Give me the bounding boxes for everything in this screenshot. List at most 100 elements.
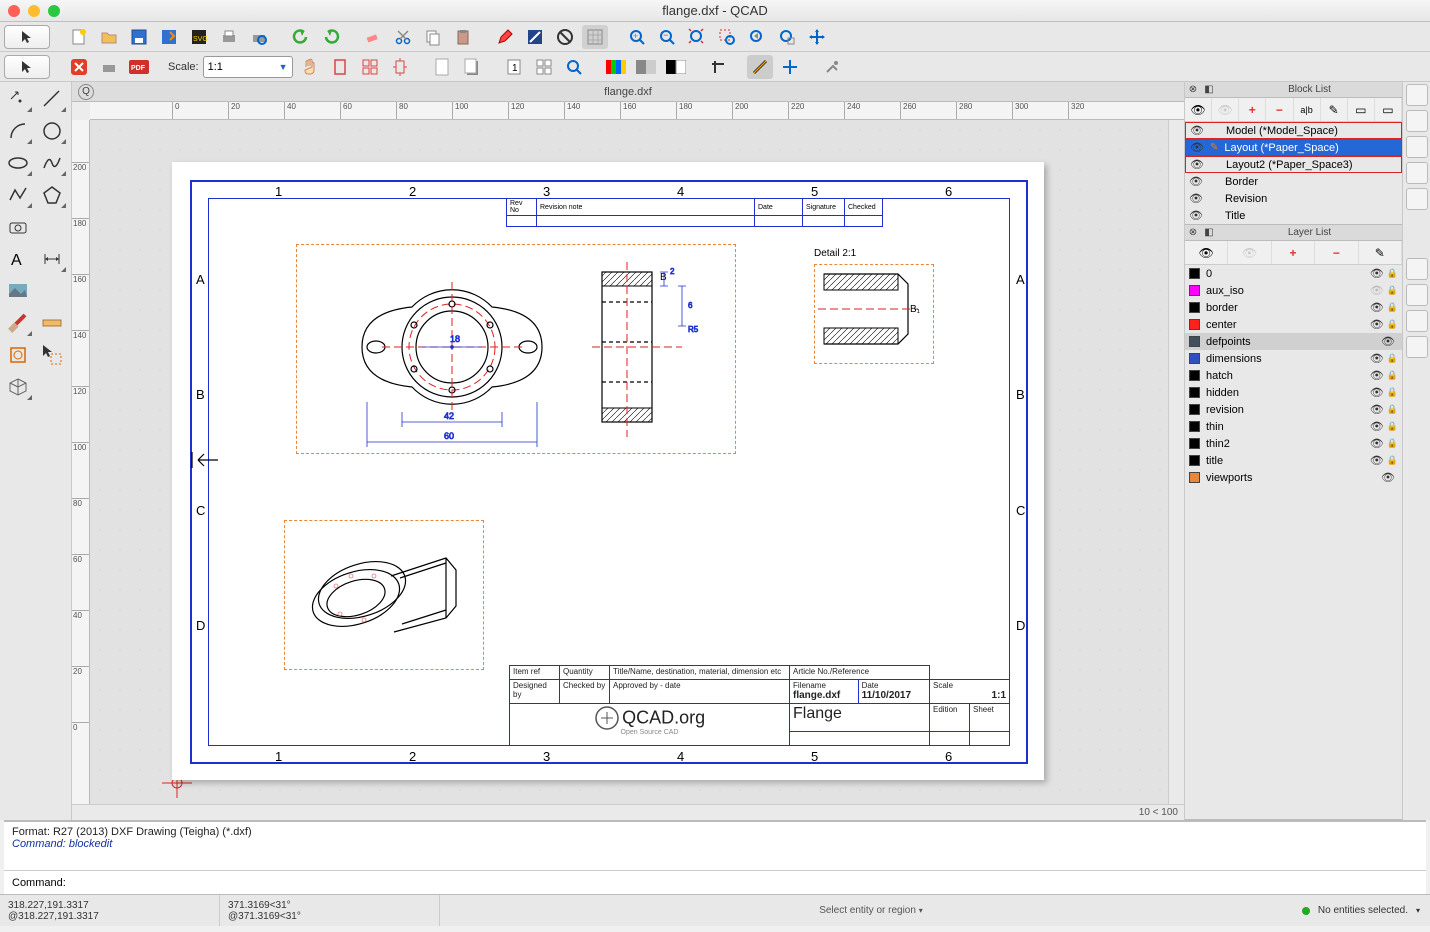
zoom-page-button[interactable] xyxy=(561,55,587,79)
block-item[interactable]: 👁Border xyxy=(1185,173,1402,190)
page-shadow-button[interactable] xyxy=(459,55,485,79)
zoom-selection-button[interactable] xyxy=(714,25,740,49)
zoom-out-button[interactable]: − xyxy=(654,25,680,49)
text-tool[interactable]: A xyxy=(2,244,34,274)
visibility-icon[interactable]: 👁 xyxy=(1370,403,1384,416)
color-mode-button[interactable] xyxy=(603,55,629,79)
block-item[interactable]: 👁Model (*Model_Space) xyxy=(1185,122,1402,139)
strip-button[interactable] xyxy=(1406,162,1428,184)
paste-button[interactable] xyxy=(450,25,476,49)
strip-button[interactable] xyxy=(1406,188,1428,210)
zoom-in-button[interactable]: + xyxy=(624,25,650,49)
settings-button[interactable] xyxy=(819,55,845,79)
block-remove-button[interactable]: − xyxy=(1266,98,1293,121)
origin-marker-button[interactable] xyxy=(777,55,803,79)
select-tool-button-2[interactable] xyxy=(4,55,50,79)
print-button[interactable] xyxy=(216,25,242,49)
dimension-tool[interactable] xyxy=(36,244,68,274)
lock-icon[interactable]: 🔒 xyxy=(1387,285,1398,296)
lock-icon[interactable]: 🔒 xyxy=(1387,319,1398,330)
visibility-icon[interactable]: 👁 xyxy=(1370,267,1384,280)
cut-button[interactable] xyxy=(390,25,416,49)
grayscale-button[interactable] xyxy=(633,55,659,79)
block-edit-button[interactable]: ✎ xyxy=(1321,98,1348,121)
zoom-window-button[interactable] xyxy=(774,25,800,49)
crop-button[interactable] xyxy=(705,55,731,79)
select-region-tool[interactable] xyxy=(36,340,68,370)
visibility-icon[interactable]: 👁 xyxy=(1370,284,1384,297)
lock-icon[interactable]: 🔒 xyxy=(1387,370,1398,381)
layer-item[interactable]: thin2👁🔒 xyxy=(1185,435,1402,452)
visibility-icon[interactable]: 👁 xyxy=(1370,437,1384,450)
visibility-icon[interactable]: 👁 xyxy=(1381,335,1395,348)
image-tool[interactable] xyxy=(2,276,34,306)
convert-button[interactable] xyxy=(552,25,578,49)
new-file-button[interactable] xyxy=(66,25,92,49)
visibility-icon[interactable]: 👁 xyxy=(1189,209,1203,222)
visibility-icon[interactable]: 👁 xyxy=(1370,386,1384,399)
visibility-icon[interactable]: 👁 xyxy=(1370,420,1384,433)
page-center-button[interactable] xyxy=(387,55,413,79)
layer-item[interactable]: title👁🔒 xyxy=(1185,452,1402,469)
undo-button[interactable] xyxy=(288,25,314,49)
visibility-icon[interactable]: 👁 xyxy=(1370,369,1384,382)
measure-tool[interactable] xyxy=(2,308,34,338)
layer-add-button[interactable]: + xyxy=(1272,241,1315,264)
export-pdf-button[interactable]: PDF xyxy=(126,55,152,79)
lock-icon[interactable]: 🔒 xyxy=(1387,302,1398,313)
isometric-tool[interactable] xyxy=(2,372,34,402)
block-add-button[interactable]: + xyxy=(1239,98,1266,121)
camera-tool[interactable] xyxy=(2,212,34,242)
layer-edit-button[interactable]: ✎ xyxy=(1359,241,1402,264)
circle-tool[interactable] xyxy=(36,116,68,146)
close-window-button[interactable] xyxy=(8,5,20,17)
layer-item[interactable]: hatch👁🔒 xyxy=(1185,367,1402,384)
bw-button[interactable] xyxy=(663,55,689,79)
strip-button[interactable] xyxy=(1406,110,1428,132)
lock-icon[interactable]: 🔒 xyxy=(1387,455,1398,466)
print-preview-button[interactable] xyxy=(246,25,272,49)
page-blank-button[interactable] xyxy=(429,55,455,79)
block-visible-icon[interactable]: 👁 xyxy=(1185,98,1212,121)
edit-entity-button[interactable] xyxy=(492,25,518,49)
layer-item[interactable]: aux_iso👁🔒 xyxy=(1185,282,1402,299)
copy-button[interactable] xyxy=(420,25,446,49)
layer-item[interactable]: center👁🔒 xyxy=(1185,316,1402,333)
layer-item[interactable]: thin👁🔒 xyxy=(1185,418,1402,435)
block-insert-button[interactable]: ▭ xyxy=(1348,98,1375,121)
polyline-tool[interactable] xyxy=(2,180,34,210)
save-file-button[interactable] xyxy=(126,25,152,49)
lock-icon[interactable]: 🔒 xyxy=(1387,353,1398,364)
selection-menu-icon[interactable]: ▾ xyxy=(1416,906,1420,915)
layer-visible-icon[interactable]: 👁 xyxy=(1185,241,1228,264)
close-panel-icon[interactable]: ⊗ xyxy=(1185,84,1201,95)
single-page-button[interactable]: 1 xyxy=(501,55,527,79)
layer-item[interactable]: hidden👁🔒 xyxy=(1185,384,1402,401)
horizontal-scrollbar[interactable]: 10 < 100 xyxy=(72,804,1184,820)
close-layout-button[interactable] xyxy=(66,55,92,79)
point-tool[interactable] xyxy=(2,84,34,114)
layer-item[interactable]: 0👁🔒 xyxy=(1185,265,1402,282)
visibility-icon[interactable]: 👁 xyxy=(1190,141,1204,154)
visibility-icon[interactable]: 👁 xyxy=(1370,318,1384,331)
visibility-icon[interactable]: 👁 xyxy=(1189,192,1203,205)
visibility-icon[interactable]: 👁 xyxy=(1370,301,1384,314)
measure-button[interactable] xyxy=(522,25,548,49)
strip-button[interactable] xyxy=(1406,84,1428,106)
strip-button[interactable] xyxy=(1406,310,1428,332)
visibility-icon[interactable]: 👁 xyxy=(1190,124,1204,137)
line-tool[interactable] xyxy=(36,84,68,114)
block-create-button[interactable]: ▭ xyxy=(1375,98,1402,121)
multi-page-button[interactable] xyxy=(531,55,557,79)
minimize-window-button[interactable] xyxy=(28,5,40,17)
block-item[interactable]: 👁✎Layout (*Paper_Space) xyxy=(1185,139,1402,156)
visibility-icon[interactable]: 👁 xyxy=(1189,175,1203,188)
block-hidden-icon[interactable]: 👁 xyxy=(1212,98,1239,121)
vertical-scrollbar[interactable] xyxy=(1168,120,1184,804)
lock-icon[interactable]: 🔒 xyxy=(1387,268,1398,279)
layer-remove-button[interactable]: − xyxy=(1315,241,1358,264)
layer-item[interactable]: viewports👁 xyxy=(1185,469,1402,486)
document-tab[interactable]: flange.dxf xyxy=(72,86,1184,98)
zoom-window-button[interactable] xyxy=(48,5,60,17)
layer-item[interactable]: revision👁🔒 xyxy=(1185,401,1402,418)
